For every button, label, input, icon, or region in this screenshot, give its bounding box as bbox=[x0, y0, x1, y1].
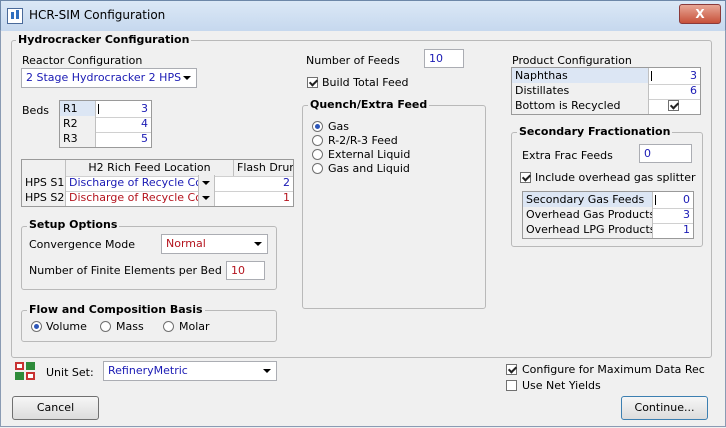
radio-gas-and-liquid-label: Gas and Liquid bbox=[328, 162, 410, 175]
quench-group-title: Quench/Extra Feed bbox=[308, 98, 430, 111]
secondary-frac-grid: Secondary Gas Feeds 0 Overhead Gas Produ… bbox=[522, 191, 694, 239]
dropdown-button[interactable] bbox=[198, 190, 214, 206]
radio-volume-label: Volume bbox=[46, 320, 87, 333]
radio-gas[interactable] bbox=[312, 121, 323, 132]
continue-button[interactable]: Continue... bbox=[621, 396, 708, 420]
product-value[interactable]: 3 bbox=[649, 68, 700, 84]
convergence-mode-select[interactable]: Normal bbox=[161, 234, 268, 254]
bed-name: R3 bbox=[60, 131, 96, 147]
flash-drums-cell[interactable]: 2 bbox=[214, 175, 293, 191]
radio-mass[interactable] bbox=[100, 321, 111, 332]
unit-set-icon bbox=[15, 362, 35, 380]
product-config-label: Product Configuration bbox=[512, 54, 632, 67]
net-yields-checkbox[interactable] bbox=[506, 380, 517, 391]
setup-options-title: Setup Options bbox=[27, 218, 120, 231]
product-config-grid: Naphthas 3 Distillates 6 Bottom is Recyc… bbox=[511, 67, 701, 115]
chevron-down-icon bbox=[183, 76, 191, 80]
column-header-flash-drums: Flash Drums bbox=[237, 161, 293, 174]
product-name: Naphthas bbox=[512, 68, 649, 84]
chevron-down-icon bbox=[202, 181, 210, 185]
corner-cell bbox=[22, 160, 66, 176]
flash-drums-cell[interactable]: 1 bbox=[214, 190, 293, 206]
radio-external-liquid-label: External Liquid bbox=[328, 148, 411, 161]
cancel-button[interactable]: Cancel bbox=[12, 396, 99, 420]
convergence-mode-label: Convergence Mode bbox=[29, 238, 135, 251]
chevron-down-icon bbox=[263, 369, 271, 373]
table-row: Overhead LPG Products 1 bbox=[523, 222, 693, 238]
reactor-config-label: Reactor Configuration bbox=[22, 54, 143, 67]
extra-frac-feeds-label: Extra Frac Feeds bbox=[522, 149, 613, 162]
bed-value[interactable]: 5 bbox=[96, 131, 151, 147]
overhead-gas-splitter-checkbox[interactable] bbox=[520, 172, 531, 183]
bed-name: R2 bbox=[60, 116, 96, 132]
radio-gas-label: Gas bbox=[328, 120, 349, 133]
reactor-config-value: 2 Stage Hydrocracker 2 HPS bbox=[26, 71, 182, 84]
secondary-row-value[interactable]: 0 bbox=[653, 192, 693, 208]
dropdown-button[interactable] bbox=[198, 175, 214, 191]
unit-set-select[interactable]: RefineryMetric bbox=[103, 361, 277, 381]
column-header-location: H2 Rich Feed Location bbox=[66, 160, 234, 176]
product-name: Distillates bbox=[512, 83, 649, 99]
max-data-rec-label: Configure for Maximum Data Rec bbox=[522, 363, 705, 376]
window-title: HCR-SIM Configuration bbox=[29, 8, 166, 22]
secondary-row-value[interactable]: 1 bbox=[653, 222, 693, 238]
chevron-down-icon bbox=[254, 242, 262, 246]
convergence-mode-value: Normal bbox=[166, 237, 206, 250]
radio-r2r3-feed[interactable] bbox=[312, 135, 323, 146]
product-value[interactable]: 6 bbox=[649, 83, 700, 99]
radio-volume[interactable] bbox=[31, 321, 42, 332]
feed-location-cell[interactable]: Discharge of Recycle Co bbox=[66, 190, 198, 206]
table-row: Bottom is Recycled bbox=[512, 98, 700, 114]
build-total-feed-checkbox[interactable] bbox=[307, 77, 318, 88]
unit-set-value: RefineryMetric bbox=[108, 364, 188, 377]
radio-molar[interactable] bbox=[163, 321, 174, 332]
bottom-recycled-checkbox[interactable] bbox=[668, 100, 679, 111]
beds-grid: R1 3 R2 4 R3 5 bbox=[59, 100, 152, 148]
hydrocracker-group-title: Hydrocracker Configuration bbox=[16, 33, 192, 46]
finite-elements-input[interactable]: 10 bbox=[226, 261, 265, 280]
radio-external-liquid[interactable] bbox=[312, 149, 323, 160]
table-row: R3 5 bbox=[60, 131, 151, 147]
bed-name: R1 bbox=[60, 101, 96, 117]
feed-location-cell[interactable]: Discharge of Recycle Co bbox=[66, 175, 198, 191]
close-button[interactable]: X bbox=[679, 4, 721, 24]
overhead-gas-splitter-label: Include overhead gas splitter bbox=[535, 171, 696, 184]
number-of-feeds-label: Number of Feeds bbox=[306, 54, 400, 67]
bottom-recycled-cell bbox=[649, 98, 700, 114]
h2-feed-table: H2 Rich Feed Location Flash Drums HPS S1… bbox=[21, 159, 294, 207]
secondary-row-name: Overhead Gas Products bbox=[523, 207, 653, 223]
product-name: Bottom is Recycled bbox=[512, 98, 649, 114]
secondary-row-name: Overhead LPG Products bbox=[523, 222, 653, 238]
radio-molar-label: Molar bbox=[179, 320, 210, 333]
finite-elements-label: Number of Finite Elements per Bed bbox=[29, 264, 222, 277]
extra-frac-feeds-input[interactable]: 0 bbox=[639, 144, 692, 163]
beds-label: Beds bbox=[22, 104, 50, 117]
radio-mass-label: Mass bbox=[116, 320, 144, 333]
title-bar: HCR-SIM Configuration X bbox=[0, 0, 726, 31]
build-total-feed-label: Build Total Feed bbox=[322, 76, 409, 89]
basis-group-title: Flow and Composition Basis bbox=[27, 303, 205, 316]
net-yields-label: Use Net Yields bbox=[522, 379, 601, 392]
secondary-frac-title: Secondary Fractionation bbox=[517, 125, 673, 138]
app-icon bbox=[7, 8, 23, 24]
reactor-config-select[interactable]: 2 Stage Hydrocracker 2 HPS bbox=[21, 68, 197, 88]
radio-gas-and-liquid[interactable] bbox=[312, 163, 323, 174]
close-icon: X bbox=[695, 7, 705, 21]
radio-r2r3-feed-label: R-2/R-3 Feed bbox=[328, 134, 398, 147]
table-row: HPS S2 Discharge of Recycle Co 1 bbox=[22, 190, 293, 206]
max-data-rec-checkbox[interactable] bbox=[506, 364, 517, 375]
secondary-row-value[interactable]: 3 bbox=[653, 207, 693, 223]
secondary-row-name: Secondary Gas Feeds bbox=[523, 192, 653, 208]
number-of-feeds-input[interactable]: 10 bbox=[424, 49, 464, 68]
unit-set-label: Unit Set: bbox=[46, 366, 94, 379]
bed-value[interactable]: 3 bbox=[96, 101, 151, 117]
chevron-down-icon bbox=[202, 196, 210, 200]
row-header: HPS S1 bbox=[22, 175, 66, 191]
row-header: HPS S2 bbox=[22, 190, 66, 206]
bed-value[interactable]: 4 bbox=[96, 116, 151, 132]
